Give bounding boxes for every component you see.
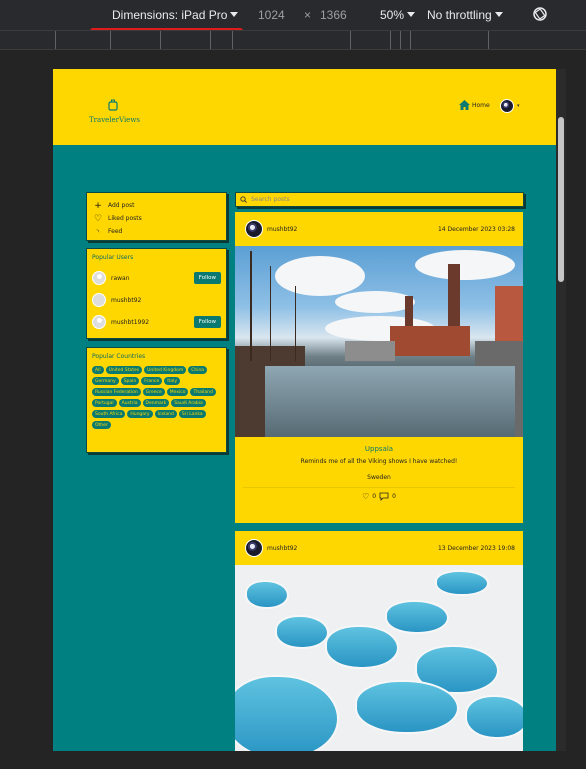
avatar[interactable] — [245, 539, 263, 557]
search-input[interactable]: Search posts — [235, 192, 524, 207]
country-tag-list: All United States United Kingdom China Germa… — [92, 366, 221, 429]
post-country[interactable]: Sweden — [235, 474, 523, 481]
country-tag[interactable]: United States — [105, 366, 143, 374]
scrollbar[interactable] — [556, 69, 566, 751]
chevron-down-icon — [230, 12, 239, 17]
home-label: Home — [472, 101, 490, 109]
device-viewport: TravelerViews Home ▾ + Add post ♡ Liked po… — [53, 69, 556, 751]
chevron-down-icon: ▾ — [517, 103, 520, 109]
site-header: TravelerViews Home ▾ — [53, 69, 556, 145]
country-tag[interactable]: Mexico — [166, 388, 189, 396]
post-card: mushbt92 14 December 2023 03:28 Uppsala … — [235, 212, 523, 523]
zoom-label: 50% — [380, 8, 405, 22]
country-tag[interactable]: France — [141, 377, 163, 385]
menu-item-feed[interactable]: ◝ Feed — [93, 225, 220, 238]
country-tag[interactable]: Hungary — [127, 410, 153, 418]
dimensions-label: Dimensions: iPad Pro — [112, 8, 228, 22]
site-logo[interactable]: TravelerViews — [89, 96, 140, 124]
country-tag[interactable]: Other — [92, 421, 111, 429]
profile-menu[interactable]: ▾ — [500, 99, 520, 113]
scrollbar-thumb[interactable] — [558, 117, 564, 282]
avatar — [500, 99, 514, 113]
country-tag[interactable]: South Africa — [92, 410, 126, 418]
country-tag[interactable]: Portugal — [92, 399, 117, 407]
country-tag[interactable]: Denmark — [142, 399, 170, 407]
country-tag[interactable]: China — [188, 366, 208, 374]
user-row: mushbt92 — [92, 289, 221, 311]
rotate-icon[interactable] — [531, 5, 549, 26]
chevron-down-icon — [494, 12, 503, 17]
country-tag[interactable]: Thailand — [190, 388, 216, 396]
plus-icon: + — [94, 200, 102, 211]
avatar — [92, 315, 106, 329]
comment-icon[interactable] — [379, 492, 389, 501]
post-date: 14 December 2023 03:28 — [437, 225, 515, 233]
comment-count: 0 — [392, 492, 396, 500]
rss-icon: ◝ — [96, 227, 100, 236]
post-actions: ♡ 0 0 — [235, 488, 523, 504]
post-card: mushbt92 13 December 2023 19:08 — [235, 531, 523, 751]
post-date: 13 December 2023 19:08 — [437, 544, 515, 552]
follow-button[interactable]: Follow — [193, 272, 221, 284]
post-username[interactable]: mushbt92 — [267, 545, 297, 552]
country-tag[interactable]: Greece — [142, 388, 165, 396]
times-sign: × — [304, 8, 312, 22]
post-title[interactable]: Uppsala — [235, 445, 523, 453]
height-input[interactable]: 1366 — [320, 8, 347, 22]
menu-item-liked-posts[interactable]: ♡ Liked posts — [93, 212, 220, 225]
devtools-toolbar: Dimensions: iPad Pro 1024 × 1366 50% No … — [0, 0, 586, 30]
heart-icon[interactable]: ♡ — [362, 492, 369, 501]
luggage-icon — [108, 99, 118, 111]
popular-countries-card: Popular Countries All United States United… — [86, 347, 227, 453]
brand-name: TravelerViews — [89, 116, 140, 124]
country-tag[interactable]: Sri Lanka — [178, 410, 206, 418]
avatar — [92, 293, 106, 307]
avatar — [92, 271, 106, 285]
menu-item-label: Liked posts — [108, 215, 142, 222]
menu-item-label: Feed — [108, 228, 123, 235]
home-icon — [459, 100, 470, 110]
country-tag[interactable]: Iceland — [154, 410, 177, 418]
country-tag[interactable]: Spain — [120, 377, 140, 385]
media-query-ruler — [0, 30, 586, 50]
popular-countries-title: Popular Countries — [92, 353, 146, 360]
user-row: rawan Follow — [92, 267, 221, 289]
country-tag[interactable]: Saudi Arabia — [171, 399, 206, 407]
user-name[interactable]: mushbt1992 — [111, 319, 149, 326]
search-icon — [240, 196, 247, 203]
heart-icon: ♡ — [93, 213, 103, 224]
menu-item-label: Add post — [108, 202, 135, 209]
country-tag[interactable]: Germany — [92, 377, 119, 385]
menu-item-add-post[interactable]: + Add post — [93, 199, 220, 212]
user-name[interactable]: mushbt92 — [111, 297, 141, 304]
post-description: Reminds me of all the Viking shows I hav… — [300, 458, 458, 465]
post-image[interactable] — [235, 565, 523, 751]
zoom-dropdown[interactable]: 50% — [380, 8, 416, 22]
like-count: 0 — [372, 492, 377, 500]
avatar[interactable] — [245, 220, 263, 238]
country-tag[interactable]: Austria — [118, 399, 141, 407]
sidebar-menu: + Add post ♡ Liked posts ◝ Feed — [86, 192, 227, 241]
post-header: mushbt92 14 December 2023 03:28 — [235, 212, 523, 246]
post-header: mushbt92 13 December 2023 19:08 — [235, 531, 523, 565]
dimensions-dropdown[interactable]: Dimensions: iPad Pro — [112, 8, 239, 22]
post-image[interactable] — [235, 246, 523, 437]
post-body: Uppsala Reminds me of all the Viking sho… — [235, 437, 523, 481]
user-row: mushbt1992 Follow — [92, 311, 221, 333]
user-name[interactable]: rawan — [111, 275, 130, 282]
follow-button[interactable]: Follow — [193, 316, 221, 328]
popular-users-title: Popular Users — [92, 254, 134, 261]
post-username[interactable]: mushbt92 — [267, 226, 297, 233]
country-tag[interactable]: All — [92, 366, 104, 374]
chevron-down-icon — [407, 12, 416, 17]
width-input[interactable]: 1024 — [258, 8, 285, 22]
throttling-label: No throttling — [427, 8, 492, 22]
search-placeholder: Search posts — [251, 196, 290, 203]
country-tag[interactable]: Russian Federation — [92, 388, 141, 396]
popular-users-card: Popular Users rawan Follow mushbt92 mush… — [86, 248, 227, 339]
throttling-dropdown[interactable]: No throttling — [427, 8, 503, 22]
country-tag[interactable]: United Kingdom — [144, 366, 187, 374]
nav-home-link[interactable]: Home — [459, 100, 490, 110]
country-tag[interactable]: Italy — [164, 377, 180, 385]
